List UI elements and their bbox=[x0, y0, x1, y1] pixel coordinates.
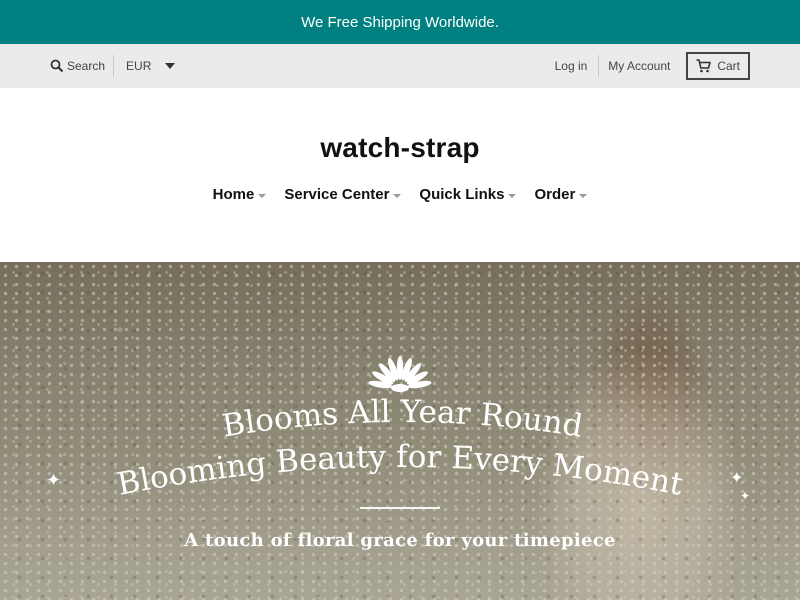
main-nav: Home Service Center Quick Links Order bbox=[213, 186, 588, 203]
cart-icon bbox=[696, 59, 712, 73]
sparkle-icon: ✦ bbox=[740, 489, 751, 503]
site-logo[interactable]: watch-strap bbox=[320, 132, 479, 164]
nav-item-service-center[interactable]: Service Center bbox=[284, 186, 402, 203]
chevron-down-icon bbox=[508, 193, 517, 198]
svg-text:Blooms All Year Round: Blooms All Year Round bbox=[220, 394, 585, 445]
currency-value: EUR bbox=[126, 59, 152, 73]
nav-item-label: Home bbox=[212, 186, 255, 203]
nav-item-quick-links[interactable]: Quick Links bbox=[419, 186, 517, 203]
divider bbox=[598, 55, 600, 77]
hero-subheading: A touch of floral grace for your timepie… bbox=[184, 530, 616, 551]
search-label: Search bbox=[67, 59, 106, 73]
chevron-down-icon bbox=[258, 193, 267, 198]
divider bbox=[113, 55, 115, 77]
sparkle-icon: ✦ bbox=[46, 470, 62, 491]
chevron-down-icon bbox=[579, 193, 588, 198]
nav-item-home[interactable]: Home bbox=[213, 186, 267, 203]
hero-heading-line2: Blooming Beauty for Every Moment bbox=[114, 439, 686, 503]
announcement-text: We Free Shipping Worldwide. bbox=[301, 13, 499, 31]
hero-heading-line1: Blooms All Year Round bbox=[220, 394, 585, 445]
nav-item-label: Order bbox=[534, 186, 576, 203]
site-header: watch-strap Home Service Center Quick Li… bbox=[0, 88, 800, 262]
chevron-down-icon bbox=[165, 63, 176, 69]
sparkle-icon: ✦ bbox=[730, 468, 744, 487]
hero-banner: Blooms All Year Round Blooming Beauty fo… bbox=[0, 262, 800, 600]
cart-button[interactable]: Cart bbox=[686, 52, 750, 80]
nav-item-label: Quick Links bbox=[419, 186, 505, 203]
utility-bar: Search EUR Log in My Account Cart bbox=[0, 44, 800, 88]
currency-select[interactable]: EUR bbox=[126, 59, 176, 73]
search-button[interactable]: Search bbox=[50, 59, 105, 73]
announcement-bar: We Free Shipping Worldwide. bbox=[0, 0, 800, 44]
svg-text:Blooming Beauty for Every Mome: Blooming Beauty for Every Moment bbox=[114, 439, 686, 503]
chevron-down-icon bbox=[393, 193, 402, 198]
divider bbox=[360, 507, 440, 509]
cart-label: Cart bbox=[717, 59, 740, 73]
login-link[interactable]: Log in bbox=[555, 59, 588, 73]
nav-item-label: Service Center bbox=[284, 186, 390, 203]
my-account-link[interactable]: My Account bbox=[608, 59, 670, 73]
nav-item-order[interactable]: Order bbox=[534, 186, 588, 203]
search-icon bbox=[50, 59, 64, 73]
